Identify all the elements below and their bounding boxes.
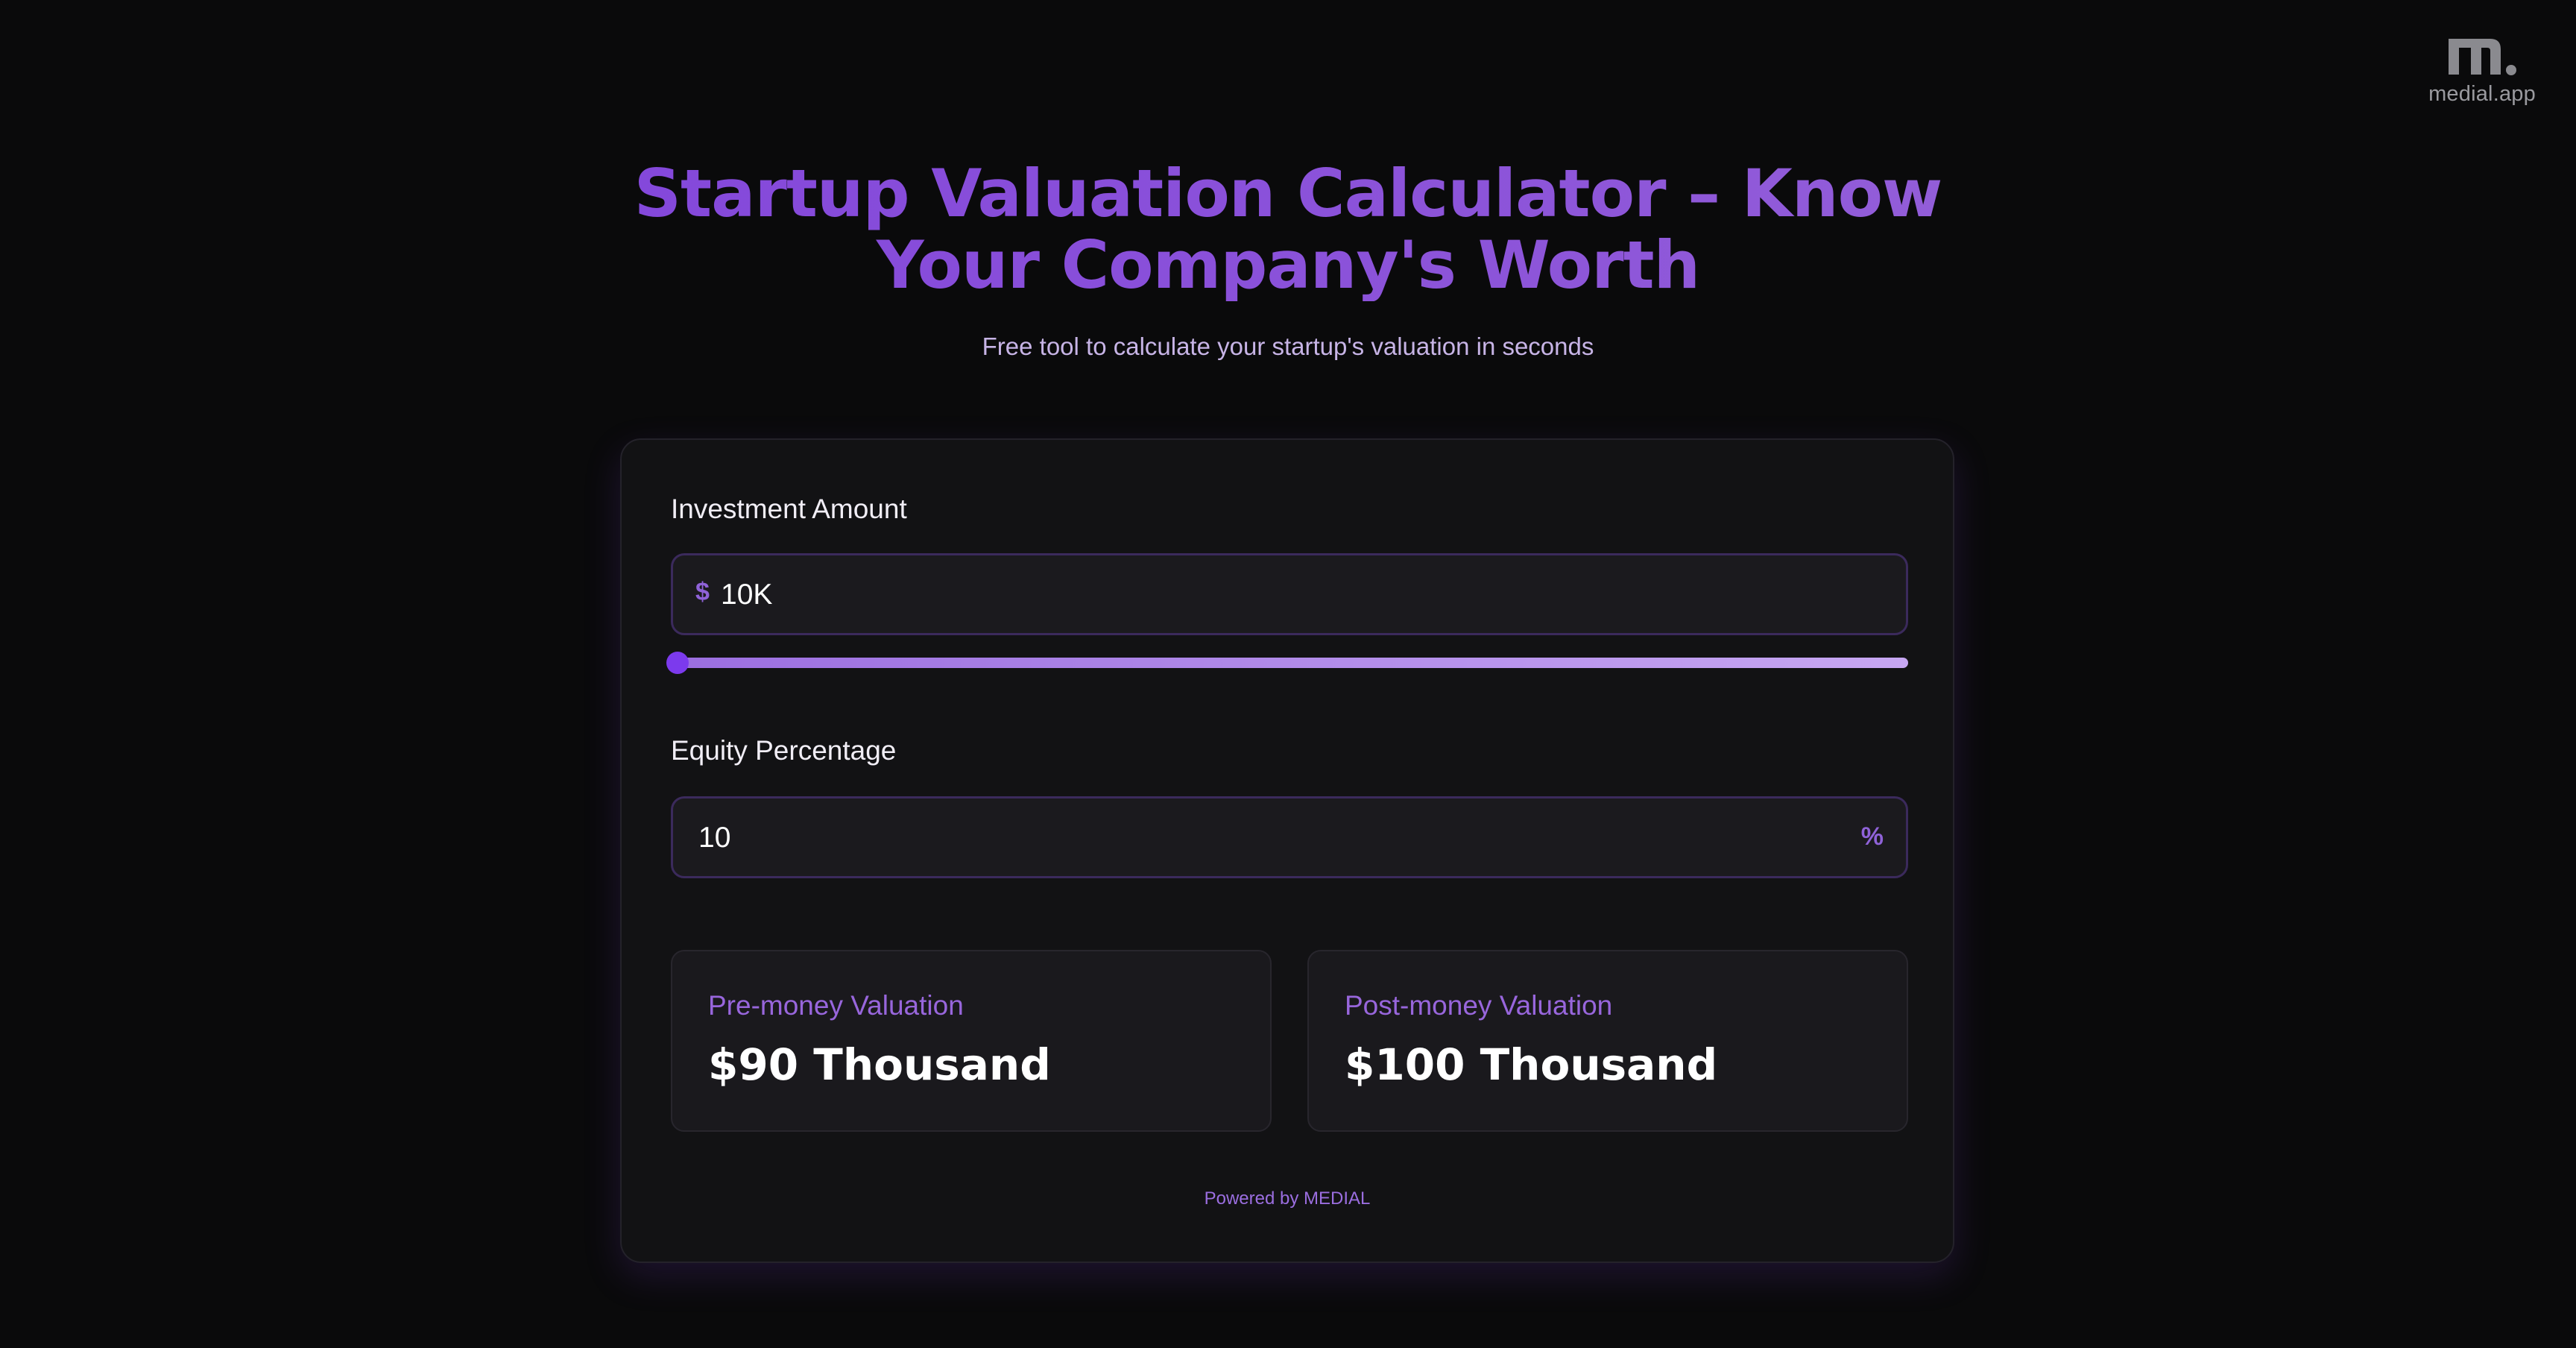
investment-amount-field: $ (671, 553, 1908, 635)
post-money-valuation-value: $100 Thousand (1345, 1039, 1718, 1090)
investment-amount-input[interactable] (719, 555, 1885, 634)
slider-track (671, 658, 1908, 668)
dollar-prefix: $ (695, 578, 710, 606)
calculator-card: Investment Amount $ Equity Percentage % … (620, 438, 1954, 1263)
investment-amount-slider[interactable] (666, 652, 1908, 674)
equity-percentage-input[interactable] (697, 799, 1833, 878)
post-money-valuation-box: Post-money Valuation $100 Thousand (1307, 950, 1908, 1132)
pre-money-valuation-label: Pre-money Valuation (708, 990, 964, 1021)
percent-suffix: % (1860, 822, 1884, 851)
pre-money-valuation-box: Pre-money Valuation $90 Thousand (671, 950, 1272, 1132)
medial-logo-icon (2449, 39, 2516, 75)
slider-thumb[interactable] (666, 652, 689, 674)
page-title: Startup Valuation Calculator – Know Your… (0, 158, 2576, 301)
page-title-line-1: Startup Valuation Calculator – Know (634, 155, 1942, 232)
equity-percentage-field: % (671, 796, 1908, 878)
brand-link[interactable]: medial.app (2422, 36, 2542, 107)
brand-text: medial.app (2428, 82, 2536, 106)
equity-percentage-label: Equity Percentage (671, 735, 897, 766)
pre-money-valuation-value: $90 Thousand (708, 1039, 1051, 1090)
page-subtitle: Free tool to calculate your startup's va… (982, 333, 1594, 360)
post-money-valuation-label: Post-money Valuation (1345, 990, 1613, 1021)
investment-amount-label: Investment Amount (671, 494, 907, 524)
page: medial.app Startup Valuation Calculator … (0, 0, 2576, 1348)
page-title-line-2: Your Company's Worth (876, 227, 1700, 303)
powered-by-link[interactable]: Powered by MEDIAL (622, 1188, 1953, 1209)
